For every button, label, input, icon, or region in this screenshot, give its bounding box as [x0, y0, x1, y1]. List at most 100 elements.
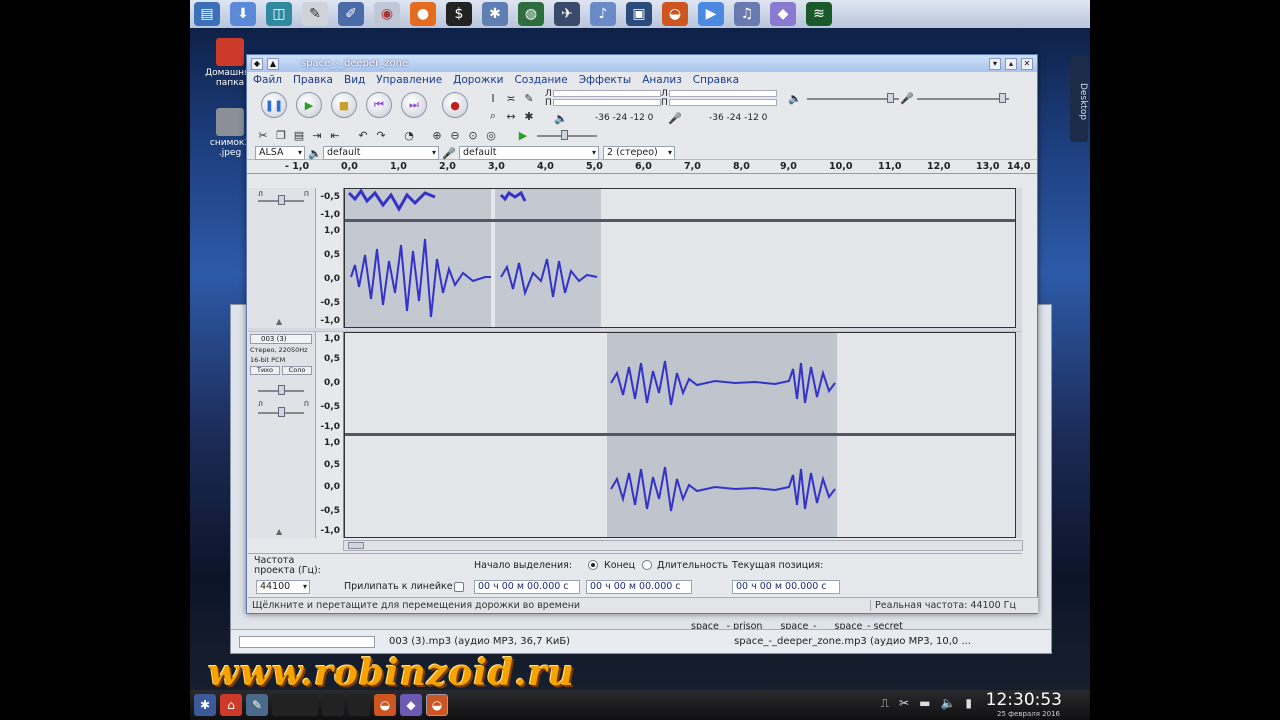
cube-icon[interactable]: ◆ [770, 2, 796, 26]
scrollbar-thumb[interactable] [348, 542, 364, 549]
menu-effects[interactable]: Эффекты [579, 74, 632, 86]
download-icon[interactable]: ⬇ [230, 2, 256, 26]
volume-tray-icon[interactable]: 🔈 [940, 696, 955, 711]
player-icon[interactable]: ▶ [698, 2, 724, 26]
speaker-icon[interactable]: 🔈 [553, 110, 569, 126]
pause-button[interactable]: ❚❚ [261, 92, 287, 118]
selection-end-field[interactable]: 00 ч 00 м 00.000 с [586, 580, 692, 594]
close-button[interactable]: ✕ [1021, 57, 1033, 70]
record-button[interactable]: ● [442, 92, 468, 118]
paste-icon[interactable]: ▤ [291, 127, 307, 143]
audio-position-field[interactable]: 00 ч 00 м 00.000 с [732, 580, 840, 594]
solo-button[interactable]: Соло [282, 366, 312, 375]
undo-icon[interactable]: ↶ [355, 127, 371, 143]
pager-desktop-3[interactable] [348, 694, 370, 716]
zoom-out-icon[interactable]: ⊖ [447, 127, 463, 143]
zoom-in-icon[interactable]: ⊕ [429, 127, 445, 143]
cut-icon[interactable]: ✂ [255, 127, 271, 143]
envelope-tool-icon[interactable]: ≍ [503, 90, 519, 106]
sync-lock-icon[interactable]: ◔ [401, 127, 417, 143]
audio-icon[interactable]: ♪ [590, 2, 616, 26]
zoom-tool-icon[interactable]: ⌕ [485, 108, 501, 124]
copy-icon[interactable]: ❐ [273, 127, 289, 143]
pager-desktop-2[interactable] [322, 694, 344, 716]
input-volume-slider[interactable] [917, 98, 1009, 100]
monitor-icon[interactable]: ◫ [266, 2, 292, 26]
tools-tray-icon[interactable]: ✂ [899, 696, 909, 711]
draw-tool-icon[interactable]: ✎ [521, 90, 537, 106]
audacity-task-icon[interactable]: ◒ [374, 694, 396, 716]
document-icon[interactable]: ▤ [194, 2, 220, 26]
track-2-controls[interactable]: 003 (3) Стерео, 22050Hz 16-bit PCM Тихо … [248, 332, 316, 538]
output-device-select[interactable]: default ▾ [323, 146, 439, 160]
length-radio[interactable] [642, 560, 652, 570]
menu-view[interactable]: Вид [344, 74, 365, 86]
volume-icon[interactable]: ♫ [734, 2, 760, 26]
equalizer-icon[interactable]: ≋ [806, 2, 832, 26]
pager-desktop-1[interactable] [272, 694, 318, 716]
track-2[interactable]: 003 (3) Стерео, 22050Hz 16-bit PCM Тихо … [248, 331, 1022, 538]
horizontal-scrollbar[interactable] [343, 540, 1023, 551]
network-tray-icon[interactable]: ⎍ [881, 696, 889, 711]
zoom-slider[interactable] [239, 635, 375, 648]
play-meter-right[interactable] [669, 99, 777, 106]
selection-tool-icon[interactable]: I [485, 90, 501, 106]
window-menu-button[interactable]: ◆ [251, 57, 263, 70]
gain-knob[interactable] [278, 385, 285, 395]
track-2-waveform[interactable] [344, 332, 1016, 538]
cube-task-icon[interactable]: ◆ [400, 694, 422, 716]
kde-menu-icon[interactable]: ✱ [194, 694, 216, 716]
track-1-waveform[interactable] [344, 188, 1016, 328]
silence-icon[interactable]: ⇤ [327, 127, 343, 143]
pan-knob[interactable] [278, 407, 285, 417]
timeshift-tool-icon[interactable]: ↔ [503, 108, 519, 124]
pan-knob[interactable] [278, 195, 285, 205]
maximize-button[interactable]: ▴ [1005, 57, 1017, 70]
menu-tracks[interactable]: Дорожки [453, 74, 503, 86]
multi-tool-icon[interactable]: ✱ [521, 108, 537, 124]
play-button[interactable]: ▶ [296, 92, 322, 118]
output-volume-knob[interactable] [887, 93, 894, 103]
track-1-controls[interactable]: Л П ▲ [248, 188, 316, 328]
firefox-icon[interactable]: ● [410, 2, 436, 26]
clock-time[interactable]: 12:30:53 [986, 690, 1062, 710]
stop-button[interactable]: ■ [331, 92, 357, 118]
settings-icon[interactable]: ✱ [482, 2, 508, 26]
network-icon[interactable]: ✈ [554, 2, 580, 26]
input-volume-knob[interactable] [999, 93, 1006, 103]
track-panel[interactable]: Л П ▲ -0,5 -1,0 1,0 0,5 0,0 -0,5 -1,0 00… [248, 188, 1022, 538]
track-1[interactable]: Л П ▲ -0,5 -1,0 1,0 0,5 0,0 -0,5 -1,0 [248, 188, 1022, 328]
track-2-name-button[interactable]: 003 (3) [250, 334, 312, 344]
end-radio[interactable] [588, 560, 598, 570]
collapse-icon[interactable]: ▲ [276, 317, 282, 326]
redo-icon[interactable]: ↷ [373, 127, 389, 143]
trim-icon[interactable]: ⇥ [309, 127, 325, 143]
play-meter-left[interactable] [669, 90, 777, 97]
channels-select[interactable]: 2 (стерео) ▾ [603, 146, 675, 160]
desktop-side-tab[interactable]: Desktop [1070, 56, 1088, 142]
menu-generate[interactable]: Создание [515, 74, 568, 86]
input-device-select[interactable]: default ▾ [459, 146, 599, 160]
play-at-speed-icon[interactable]: ▶ [515, 127, 531, 143]
globe-icon[interactable]: ◍ [518, 2, 544, 26]
text-editor-icon[interactable]: ✎ [302, 2, 328, 26]
fit-selection-icon[interactable]: ⊙ [465, 127, 481, 143]
notes-icon[interactable]: ✐ [338, 2, 364, 26]
pin-button[interactable]: ▲ [267, 57, 279, 70]
minimize-button[interactable]: ▾ [989, 57, 1001, 70]
terminal-icon[interactable]: $ [446, 2, 472, 26]
fit-project-icon[interactable]: ◎ [483, 127, 499, 143]
battery-tray-icon[interactable]: ▮ [965, 696, 972, 711]
home-icon[interactable]: ⌂ [220, 694, 242, 716]
menu-edit[interactable]: Правка [293, 74, 333, 86]
play-speed-knob[interactable] [561, 130, 568, 140]
pen-icon[interactable]: ✎ [246, 694, 268, 716]
disc-icon[interactable]: ◉ [374, 2, 400, 26]
selection-start-field[interactable]: 00 ч 00 м 00.000 с [474, 580, 580, 594]
skip-end-button[interactable]: ⏭ [401, 92, 427, 118]
keyboard-layout-icon[interactable]: ▬ [919, 696, 930, 711]
snap-checkbox[interactable] [454, 582, 464, 592]
collapse-icon[interactable]: ▲ [276, 527, 282, 536]
menu-analyze[interactable]: Анализ [642, 74, 682, 86]
skip-start-button[interactable]: ⏮ [366, 92, 392, 118]
